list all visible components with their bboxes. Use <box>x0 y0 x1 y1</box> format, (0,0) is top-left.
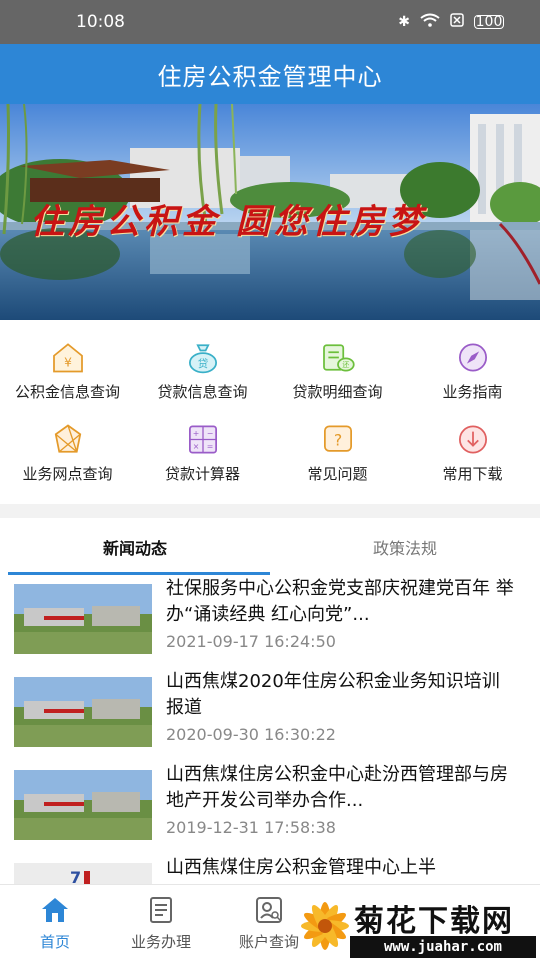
loan-detail-icon: 还 <box>322 344 355 372</box>
menu-label: 公积金信息查询 <box>14 383 120 401</box>
page-title: 住房公积金管理中心 <box>157 62 383 91</box>
nav-label: 首页 <box>39 933 70 951</box>
svg-text:×: × <box>192 442 199 451</box>
news-date: 2020-09-30 16:30:22 <box>166 725 336 744</box>
news-thumbnail: 7 <box>14 863 152 884</box>
house-yuan-icon: ¥ <box>52 343 83 373</box>
nav-home[interactable]: 首页 <box>0 885 110 960</box>
menu-label: 贷款明细查询 <box>292 383 383 401</box>
sim-icon <box>450 13 464 31</box>
active-tab-indicator <box>8 572 270 575</box>
news-tabs: 新闻动态 政策法规 <box>0 518 540 576</box>
news-date: 2019-12-31 17:58:38 <box>166 818 336 837</box>
news-title: 山西焦煤住房公积金中心赴汾西管理部与房地产开发公司举办合作... <box>166 764 508 811</box>
account-search-icon <box>256 897 282 923</box>
news-thumbnail <box>14 584 152 654</box>
menu-faq[interactable]: ? 常见问题 <box>270 402 405 484</box>
battery-icon: 100 <box>474 14 504 30</box>
download-icon <box>458 425 487 454</box>
question-icon: ? <box>323 425 352 452</box>
wifi-icon <box>420 13 440 31</box>
menu-label: 贷款信息查询 <box>157 383 248 401</box>
watermark-url: www.juahar.com <box>350 936 536 958</box>
status-time: 10:08 <box>76 12 125 32</box>
document-icon <box>150 897 172 923</box>
status-icons: ✱ 100 <box>398 13 504 31</box>
bluetooth-icon: ✱ <box>398 14 410 30</box>
svg-text:?: ? <box>333 431 341 450</box>
svg-text:+: + <box>192 429 199 438</box>
svg-text:−: − <box>206 429 213 438</box>
svg-text:=: = <box>206 442 213 451</box>
banner-slogan: 住房公积金 圆您住房梦 <box>30 202 426 242</box>
news-list-item[interactable]: 山西焦煤2020年住房公积金业务知识培训报道 2020-09-30 16:30:… <box>0 669 540 762</box>
menu-business-guide[interactable]: 业务指南 <box>405 320 540 402</box>
menu-label: 业务指南 <box>442 383 503 401</box>
watermark-title: 菊花下载网 <box>354 904 514 939</box>
nav-business[interactable]: 业务办理 <box>106 885 216 960</box>
menu-downloads[interactable]: 常用下载 <box>405 402 540 484</box>
news-title: 山西焦煤2020年住房公积金业务知识培训报道 <box>166 671 500 718</box>
menu-loan-calculator[interactable]: + − × = 贷款计算器 <box>135 402 270 484</box>
menu-label: 业务网点查询 <box>22 465 113 483</box>
svg-text:贷: 贷 <box>197 357 208 370</box>
news-panel: 新闻动态 政策法规 社保服务中心公积金党支部庆祝建党百年 举办“诵读经典 红心向… <box>0 518 540 884</box>
function-grid: ¥ 公积金信息查询 贷 贷款信息查询 还 贷款明细查询 业务指南 业务网点查询 … <box>0 320 540 504</box>
news-list-item[interactable]: 社保服务中心公积金党支部庆祝建党百年 举办“诵读经典 红心向党”... 2021… <box>0 576 540 669</box>
news-title: 山西焦煤住房公积金管理中心上半 <box>166 857 436 878</box>
menu-label: 贷款计算器 <box>164 465 240 483</box>
app-title-bar: 住房公积金管理中心 <box>0 44 540 104</box>
nav-label: 业务办理 <box>130 933 191 951</box>
banner-carousel[interactable]: 住房公积金 圆您住房梦 <box>0 104 540 320</box>
chrysanthemum-logo-icon <box>301 902 349 950</box>
menu-branch-query[interactable]: 业务网点查询 <box>0 402 135 484</box>
nav-label: 账户查询 <box>238 933 299 951</box>
tab-policy[interactable]: 政策法规 <box>270 518 540 576</box>
svg-text:7: 7 <box>70 868 81 884</box>
menu-loan-info-query[interactable]: 贷 贷款信息查询 <box>135 320 270 402</box>
loan-bag-icon: 贷 <box>188 344 217 374</box>
menu-label: 常用下载 <box>442 465 503 483</box>
menu-label: 常见问题 <box>307 465 368 483</box>
tab-news[interactable]: 新闻动态 <box>0 518 270 576</box>
svg-text:¥: ¥ <box>64 355 72 369</box>
news-thumbnail <box>14 770 152 840</box>
svg-text:还: 还 <box>342 361 349 369</box>
news-list-item[interactable]: 7 山西焦煤住房公积金管理中心上半 <box>0 855 540 884</box>
network-icon <box>54 424 81 453</box>
news-thumbnail <box>14 677 152 747</box>
news-date: 2021-09-17 16:24:50 <box>166 632 336 651</box>
news-list-item[interactable]: 山西焦煤住房公积金中心赴汾西管理部与房地产开发公司举办合作... 2019-12… <box>0 762 540 855</box>
menu-loan-detail-query[interactable]: 还 贷款明细查询 <box>270 320 405 402</box>
news-title: 社保服务中心公积金党支部庆祝建党百年 举办“诵读经典 红心向党”... <box>166 578 514 625</box>
watermark-overlay: 菊花下载网 www.juahar.com <box>292 896 540 960</box>
status-bar: 10:08 ✱ 100 <box>0 0 540 44</box>
calculator-icon: + − × = <box>188 425 217 454</box>
menu-fund-info-query[interactable]: ¥ 公积金信息查询 <box>0 320 135 402</box>
compass-icon <box>458 343 487 372</box>
home-icon <box>42 898 68 922</box>
